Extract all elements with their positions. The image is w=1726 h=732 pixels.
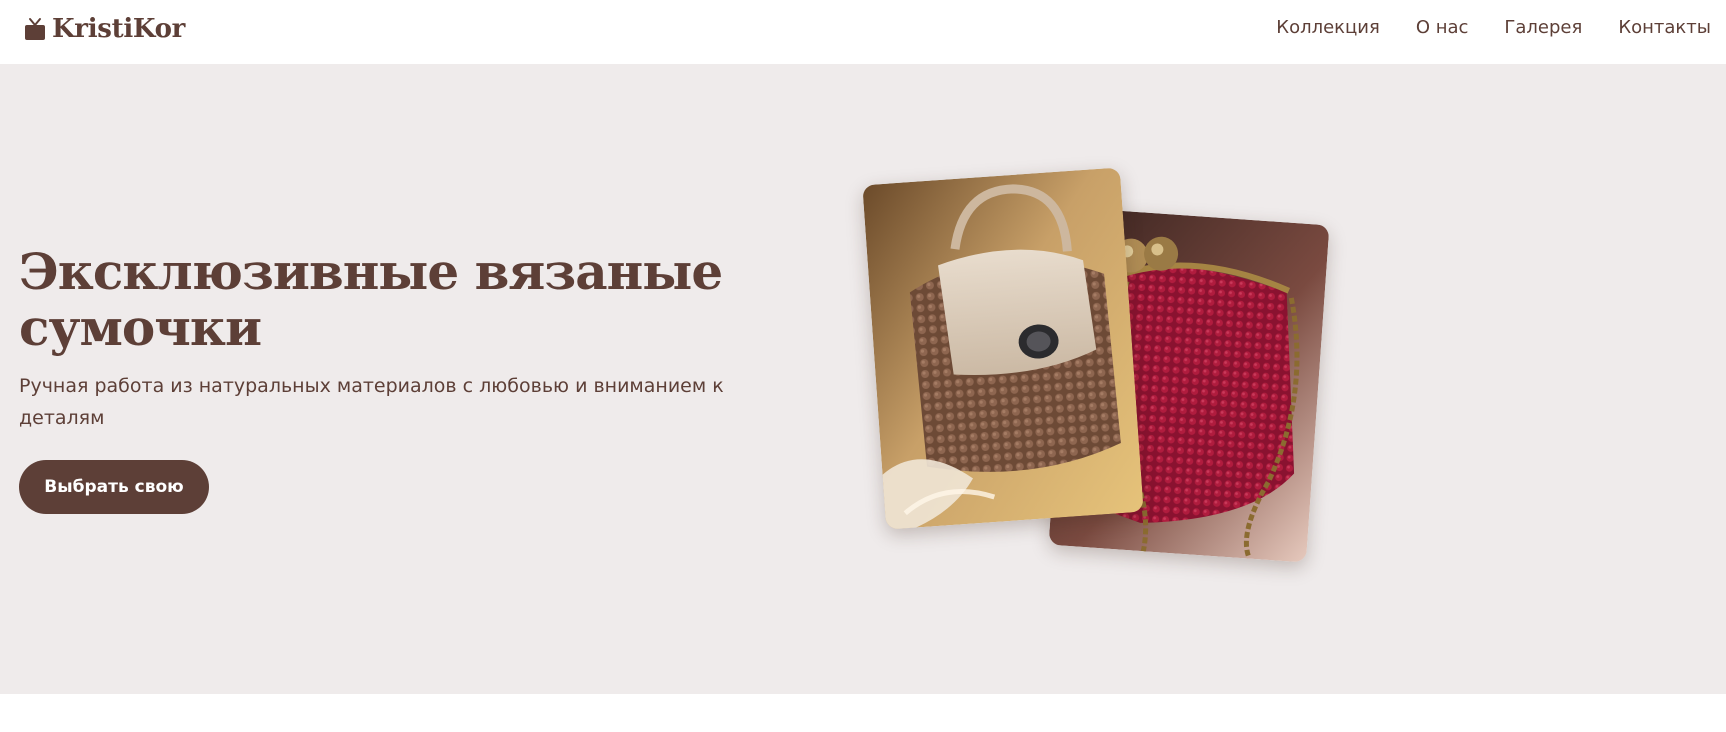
nav-item-gallery[interactable]: Галерея: [1504, 14, 1582, 42]
choose-bag-button[interactable]: Выбрать свою: [19, 460, 209, 514]
site-header: KristiKor Коллекция О нас Галерея Контак…: [0, 0, 1726, 64]
main-nav: Коллекция О нас Галерея Контакты: [1276, 14, 1711, 42]
logo-text: KristiKor: [52, 14, 186, 44]
hero-subtitle: Ручная работа из натуральных материалов …: [19, 375, 724, 429]
brown-knitted-bag-photo: [862, 167, 1144, 530]
hero-section: Эксклюзивные вязаные сумочки Ручная рабо…: [0, 64, 1726, 694]
logo-link[interactable]: KristiKor: [24, 12, 185, 46]
nav-item-contacts[interactable]: Контакты: [1618, 14, 1711, 42]
nav-item-collection[interactable]: Коллекция: [1276, 14, 1380, 42]
nav-item-about[interactable]: О нас: [1416, 14, 1469, 42]
hero-title: Эксклюзивные вязаные сумочки: [19, 242, 723, 357]
tv-icon: [25, 18, 45, 40]
